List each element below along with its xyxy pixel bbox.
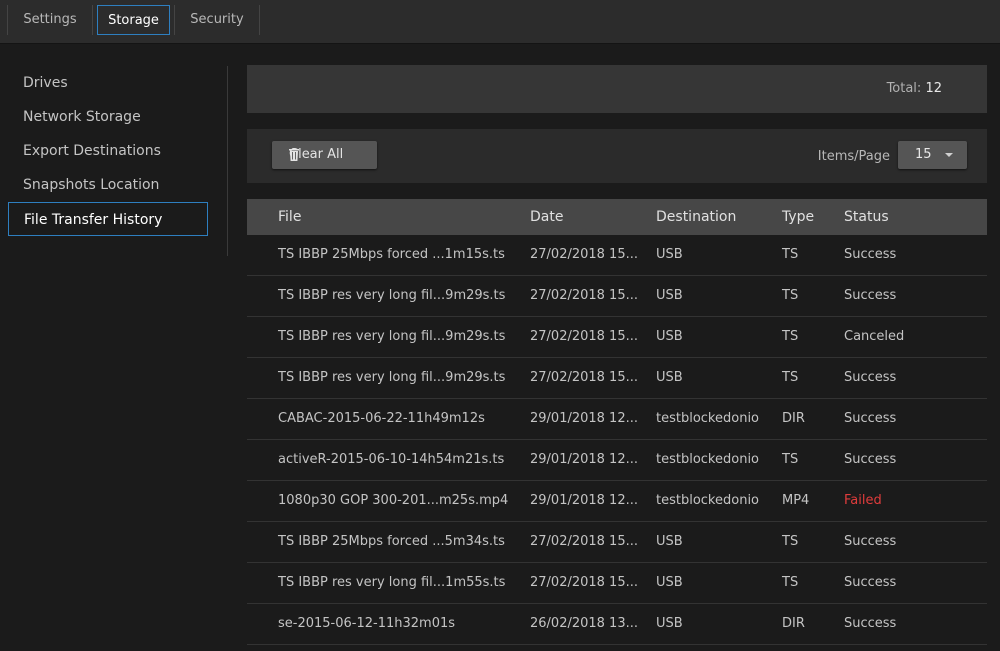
cell-status: Canceled <box>844 329 905 344</box>
total-value: 12 <box>925 81 942 96</box>
cell-date: 26/02/2018 13... <box>530 616 638 631</box>
items-per-page-label: Items/Page <box>817 149 890 164</box>
items-per-page-value: 15 <box>915 147 932 162</box>
cell-type: TS <box>782 370 799 385</box>
cell-status: Success <box>844 575 897 590</box>
cell-date: 27/02/2018 15... <box>530 575 638 590</box>
cell-destination: testblockedonio <box>656 411 760 426</box>
cell-file: activeR-2015-06-10-14h54m21s.ts <box>278 452 505 467</box>
cell-file: TS IBBP res very long fil...9m29s.ts <box>278 370 506 385</box>
column-header-date[interactable]: Date <box>530 199 563 235</box>
cell-type: TS <box>782 575 799 590</box>
tab-divider <box>259 5 260 35</box>
total-label: Total: <box>886 81 922 96</box>
cell-type: DIR <box>782 616 805 631</box>
cell-date: 29/01/2018 12... <box>530 493 638 508</box>
cell-status: Success <box>844 452 897 467</box>
cell-status: Failed <box>844 493 882 508</box>
top-tab-bar: Settings Storage Security <box>0 0 1000 44</box>
sidebar: Drives Network Storage Export Destinatio… <box>0 44 228 651</box>
tab-storage[interactable]: Storage <box>97 5 170 35</box>
cell-type: TS <box>782 534 799 549</box>
cell-date: 27/02/2018 15... <box>530 288 638 303</box>
cell-file: CABAC-2015-06-22-11h49m12s <box>278 411 485 426</box>
table-row[interactable]: TS IBBP res very long fil...1m55s.ts 27/0… <box>247 563 987 604</box>
cell-destination: USB <box>656 288 683 303</box>
cell-destination: USB <box>656 370 683 385</box>
cell-destination: testblockedonio <box>656 452 760 467</box>
cell-status: Success <box>844 247 897 262</box>
cell-destination: USB <box>656 575 683 590</box>
chevron-down-icon <box>945 153 953 157</box>
toolbar: Clear All Items/Page 15 <box>247 129 987 183</box>
cell-destination: testblockedonio <box>656 493 760 508</box>
table-row[interactable]: TS IBBP res very long fil...9m29s.ts 27/0… <box>247 358 987 399</box>
table-header: File Date Destination Type Status <box>247 199 987 235</box>
cell-file: TS IBBP 25Mbps forced ...1m15s.ts <box>278 247 505 262</box>
cell-date: 29/01/2018 12... <box>530 452 638 467</box>
sidebar-item-drives[interactable]: Drives <box>8 66 208 100</box>
column-header-destination[interactable]: Destination <box>656 199 736 235</box>
cell-type: TS <box>782 452 799 467</box>
cell-file: TS IBBP 25Mbps forced ...5m34s.ts <box>278 534 505 549</box>
cell-type: TS <box>782 329 799 344</box>
trash-icon <box>289 148 299 161</box>
sidebar-item-file-transfer-history[interactable]: File Transfer History <box>8 202 208 236</box>
total-count: Total: 12 <box>887 81 942 96</box>
table-row[interactable]: TS IBBP 25Mbps forced ...1m15s.ts 27/02/2… <box>247 235 987 276</box>
cell-status: Success <box>844 411 897 426</box>
column-header-type[interactable]: Type <box>782 199 814 235</box>
cell-status: Success <box>844 370 897 385</box>
table-row[interactable]: activeR-2015-06-10-14h54m21s.ts 29/01/201… <box>247 440 987 481</box>
cell-date: 27/02/2018 15... <box>530 534 638 549</box>
summary-panel: Total: 12 <box>247 65 987 113</box>
file-transfer-table: File Date Destination Type Status TS IBB… <box>247 199 987 645</box>
cell-type: MP4 <box>782 493 810 508</box>
cell-status: Success <box>844 616 897 631</box>
cell-type: TS <box>782 247 799 262</box>
cell-type: TS <box>782 288 799 303</box>
column-header-status[interactable]: Status <box>844 199 889 235</box>
cell-type: DIR <box>782 411 805 426</box>
cell-destination: USB <box>656 534 683 549</box>
cell-date: 29/01/2018 12... <box>530 411 638 426</box>
tab-settings[interactable]: Settings <box>8 5 92 35</box>
tab-security[interactable]: Security <box>175 5 259 35</box>
sidebar-item-snapshots-location[interactable]: Snapshots Location <box>8 168 208 202</box>
table-row[interactable]: 1080p30 GOP 300-201...m25s.mp4 29/01/2018… <box>247 481 987 522</box>
clear-all-button[interactable]: Clear All <box>272 141 377 169</box>
sidebar-item-export-destinations[interactable]: Export Destinations <box>8 134 208 168</box>
table-row[interactable]: TS IBBP 25Mbps forced ...5m34s.ts 27/02/2… <box>247 522 987 563</box>
cell-destination: USB <box>656 616 683 631</box>
sidebar-item-network-storage[interactable]: Network Storage <box>8 100 208 134</box>
cell-date: 27/02/2018 15... <box>530 370 638 385</box>
cell-date: 27/02/2018 15... <box>530 329 638 344</box>
cell-file: 1080p30 GOP 300-201...m25s.mp4 <box>278 493 509 508</box>
cell-destination: USB <box>656 329 683 344</box>
cell-file: TS IBBP res very long fil...9m29s.ts <box>278 329 506 344</box>
column-header-file[interactable]: File <box>278 199 301 235</box>
cell-destination: USB <box>656 247 683 262</box>
table-row[interactable]: TS IBBP res very long fil...9m29s.ts 27/0… <box>247 317 987 358</box>
cell-file: se-2015-06-12-11h32m01s <box>278 616 456 631</box>
table-row[interactable]: CABAC-2015-06-22-11h49m12s 29/01/2018 12.… <box>247 399 987 440</box>
cell-date: 27/02/2018 15... <box>530 247 638 262</box>
cell-file: TS IBBP res very long fil...1m55s.ts <box>278 575 506 590</box>
sidebar-divider <box>227 66 228 256</box>
tab-divider <box>92 5 93 35</box>
table-body: TS IBBP 25Mbps forced ...1m15s.ts 27/02/2… <box>247 235 987 645</box>
cell-status: Success <box>844 534 897 549</box>
items-per-page-select[interactable]: 15 <box>898 141 967 169</box>
cell-status: Success <box>844 288 897 303</box>
cell-file: TS IBBP res very long fil...9m29s.ts <box>278 288 506 303</box>
table-row[interactable]: TS IBBP res very long fil...9m29s.ts 27/0… <box>247 276 987 317</box>
table-row[interactable]: se-2015-06-12-11h32m01s 26/02/2018 13... U… <box>247 604 987 645</box>
